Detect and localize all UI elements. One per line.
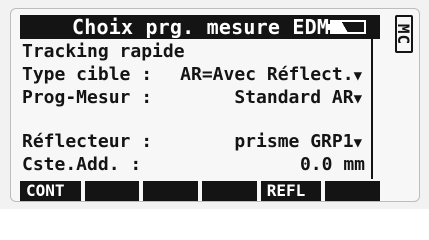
softkey-cont[interactable]: CONT [20, 181, 81, 201]
reflecteur-select[interactable]: prisme GRP1▼ [234, 131, 362, 153]
type-cible-value: AR=Avec Réflect. [180, 64, 354, 85]
reflecteur-value: prisme GRP1 [234, 131, 354, 152]
prog-mesur-value: Standard AR [234, 87, 354, 108]
softkey-f2[interactable] [84, 181, 140, 201]
battery-icon [326, 20, 366, 34]
prog-mesur-label: Prog-Mesur : [22, 87, 153, 108]
screen-title: Choix prg. mesure EDM [72, 15, 330, 39]
type-cible-label: Type cible : [22, 64, 153, 85]
tracking-rapide-label[interactable]: Tracking rapide [22, 41, 185, 63]
type-cible-select[interactable]: AR=Avec Réflect.▼ [180, 64, 362, 86]
softkey-f6[interactable] [325, 181, 380, 201]
cste-add-field[interactable]: 0.0 mm [300, 154, 365, 176]
instrument-body: Choix prg. mesure EDM MC Tracking rapide… [0, 0, 429, 209]
title-bar: Choix prg. mesure EDM [20, 15, 380, 39]
reflecteur-label: Réflecteur : [22, 131, 153, 152]
softkey-f3[interactable] [143, 181, 198, 201]
dropdown-arrow-icon: ▼ [353, 91, 362, 107]
softkey-refl[interactable]: REFL [260, 181, 322, 201]
mode-badge: MC [394, 15, 414, 53]
mode-badge-text: MC [394, 23, 414, 45]
softkey-bar: CONT REFL [20, 181, 380, 201]
softkey-f4[interactable] [202, 181, 257, 201]
dropdown-arrow-icon: ▼ [353, 68, 362, 84]
lcd-screen: Choix prg. mesure EDM MC Tracking rapide… [10, 8, 420, 202]
prog-mesur-select[interactable]: Standard AR▼ [234, 87, 362, 109]
battery-level-fill [338, 22, 364, 32]
dropdown-arrow-icon: ▼ [353, 135, 362, 151]
cste-add-label: Cste.Add. : [22, 154, 142, 175]
scroll-divider [371, 39, 373, 179]
